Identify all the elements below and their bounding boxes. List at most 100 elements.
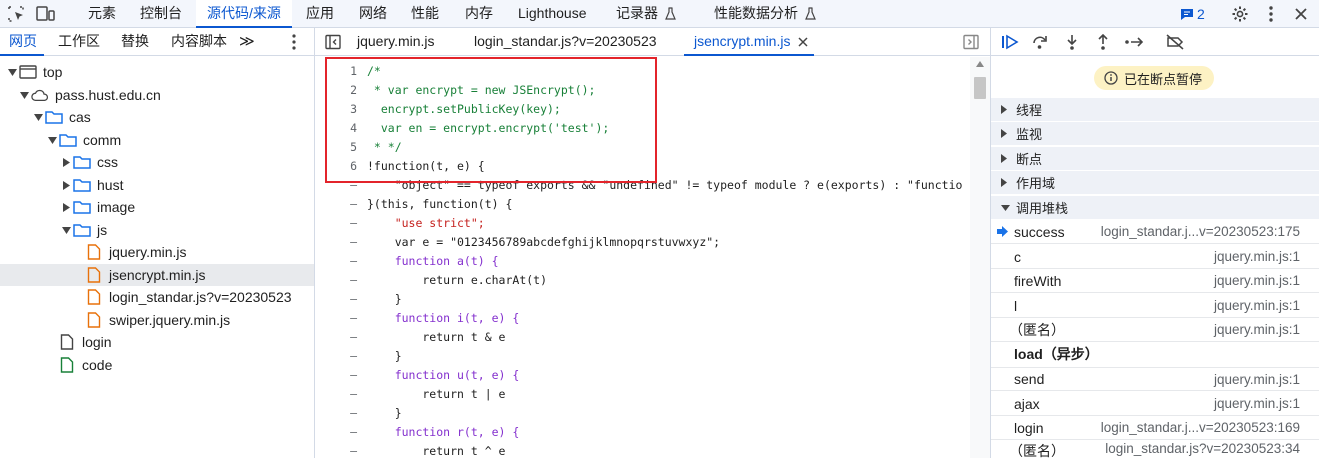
tab-elements[interactable]: 元素 bbox=[88, 0, 116, 28]
frame-location[interactable]: login_standar.j...v=20230523:175 bbox=[1101, 224, 1300, 239]
close-icon[interactable] bbox=[1291, 4, 1311, 24]
call-frame[interactable]: fireWith jquery.min.js:1 bbox=[991, 269, 1319, 293]
section-scope[interactable]: 作用域 bbox=[991, 170, 1319, 194]
expand-arrow-icon[interactable] bbox=[47, 135, 57, 145]
code-line: – } bbox=[315, 347, 970, 366]
line-number[interactable]: – bbox=[315, 195, 357, 214]
tab-workspace[interactable]: 工作区 bbox=[58, 28, 100, 56]
line-number[interactable]: – bbox=[315, 385, 357, 404]
collapse-arrow-icon[interactable] bbox=[61, 180, 71, 190]
tree-item-top[interactable]: top bbox=[0, 61, 314, 83]
more-tabs-button[interactable]: ≫ bbox=[239, 28, 255, 56]
collapse-arrow-icon[interactable] bbox=[61, 157, 71, 167]
call-frame[interactable]: （匿名） jquery.min.js:1 bbox=[991, 318, 1319, 342]
resume-icon[interactable] bbox=[1000, 33, 1020, 51]
tab-recorder[interactable]: 记录器 bbox=[616, 0, 676, 28]
tree-item-file-selected[interactable]: jsencrypt.min.js bbox=[0, 264, 314, 286]
expand-arrow-icon[interactable] bbox=[33, 112, 43, 122]
line-number[interactable]: – bbox=[315, 233, 357, 252]
tree-item-document[interactable]: code bbox=[0, 354, 314, 376]
tab-application[interactable]: 应用 bbox=[306, 0, 334, 28]
line-number[interactable]: – bbox=[315, 423, 357, 442]
close-tab-icon[interactable] bbox=[798, 37, 808, 47]
section-breakpoints[interactable]: 断点 bbox=[991, 146, 1319, 170]
toggle-debugger-icon[interactable] bbox=[963, 34, 979, 53]
deactivate-breakpoints-icon[interactable] bbox=[1165, 33, 1185, 51]
frame-location[interactable]: login_standar.j...v=20230523:169 bbox=[1101, 420, 1300, 435]
editor-scrollbar[interactable] bbox=[970, 57, 990, 458]
step-over-icon[interactable] bbox=[1030, 33, 1050, 51]
tab-network[interactable]: 网络 bbox=[359, 0, 387, 28]
tree-item-folder[interactable]: js bbox=[0, 219, 314, 241]
expand-arrow-icon[interactable] bbox=[7, 67, 17, 77]
call-frame[interactable]: c jquery.min.js:1 bbox=[991, 245, 1319, 269]
editor-tab-jsencrypt[interactable]: jsencrypt.min.js bbox=[684, 28, 815, 56]
collapse-arrow-icon[interactable] bbox=[61, 202, 71, 212]
call-frame-current[interactable]: success login_standar.j...v=20230523:175 bbox=[991, 220, 1319, 244]
section-threads[interactable]: 线程 bbox=[991, 97, 1319, 121]
line-number[interactable]: – bbox=[315, 290, 357, 309]
tab-content-scripts[interactable]: 内容脚本 bbox=[171, 28, 227, 56]
frame-location[interactable]: jquery.min.js:1 bbox=[1214, 396, 1300, 411]
tree-item-domain[interactable]: pass.hust.edu.cn bbox=[0, 84, 314, 106]
more-options-icon[interactable] bbox=[1261, 4, 1281, 24]
tab-memory[interactable]: 内存 bbox=[465, 0, 493, 28]
inspect-element-icon[interactable] bbox=[6, 4, 26, 24]
frame-location[interactable]: login_standar.js?v=20230523:34 bbox=[1105, 441, 1300, 456]
step-icon[interactable] bbox=[1124, 33, 1144, 51]
line-number[interactable]: – bbox=[315, 214, 357, 233]
tree-item-folder[interactable]: comm bbox=[0, 129, 314, 151]
settings-gear-icon[interactable] bbox=[1230, 4, 1250, 24]
tree-item-file[interactable]: jquery.min.js bbox=[0, 241, 314, 263]
section-label: 线程 bbox=[1016, 103, 1043, 118]
call-frame[interactable]: l jquery.min.js:1 bbox=[991, 294, 1319, 318]
issues-counter[interactable]: 2 bbox=[1180, 5, 1205, 23]
tab-page[interactable]: 网页 bbox=[0, 28, 44, 56]
toggle-navigator-icon[interactable] bbox=[325, 34, 341, 53]
tree-item-folder[interactable]: image bbox=[0, 196, 314, 218]
tab-lighthouse[interactable]: Lighthouse bbox=[518, 0, 587, 28]
tree-item-folder[interactable]: cas bbox=[0, 106, 314, 128]
step-into-icon[interactable] bbox=[1062, 33, 1082, 51]
expand-arrow-icon[interactable] bbox=[19, 90, 29, 100]
editor-tab-jquery[interactable]: jquery.min.js bbox=[357, 28, 435, 56]
line-number[interactable]: – bbox=[315, 309, 357, 328]
navigator-menu-icon[interactable] bbox=[292, 34, 296, 53]
call-frame[interactable]: login login_standar.j...v=20230523:169 bbox=[991, 416, 1319, 440]
tab-sources[interactable]: 源代码/来源 bbox=[196, 0, 292, 28]
scroll-up-icon[interactable] bbox=[976, 61, 984, 67]
call-frame[interactable]: ajax jquery.min.js:1 bbox=[991, 392, 1319, 416]
tree-item-document[interactable]: login bbox=[0, 331, 314, 353]
frame-location[interactable]: jquery.min.js:1 bbox=[1214, 249, 1300, 264]
frame-location[interactable]: jquery.min.js:1 bbox=[1214, 298, 1300, 313]
device-toolbar-icon[interactable] bbox=[36, 4, 56, 24]
section-watch[interactable]: 监视 bbox=[991, 121, 1319, 145]
line-number[interactable]: – bbox=[315, 252, 357, 271]
frame-location[interactable]: jquery.min.js:1 bbox=[1214, 372, 1300, 387]
tree-item-file[interactable]: login_standar.js?v=20230523 bbox=[0, 286, 314, 308]
tab-performance[interactable]: 性能 bbox=[411, 0, 439, 28]
line-number[interactable]: – bbox=[315, 347, 357, 366]
scrollbar-thumb[interactable] bbox=[974, 77, 986, 99]
call-frame[interactable]: （匿名） login_standar.js?v=20230523:34 bbox=[991, 441, 1319, 458]
step-out-icon[interactable] bbox=[1093, 33, 1113, 51]
line-number[interactable]: – bbox=[315, 271, 357, 290]
code-line: – return t | e bbox=[315, 385, 970, 404]
line-number[interactable]: – bbox=[315, 366, 357, 385]
tab-console[interactable]: 控制台 bbox=[140, 0, 182, 28]
expand-arrow-icon[interactable] bbox=[61, 225, 71, 235]
tree-item-folder[interactable]: hust bbox=[0, 174, 314, 196]
frame-location[interactable]: jquery.min.js:1 bbox=[1214, 322, 1300, 337]
line-number[interactable]: – bbox=[315, 328, 357, 347]
tab-performance-insights[interactable]: 性能数据分析 bbox=[714, 0, 816, 28]
line-number[interactable]: – bbox=[315, 442, 357, 458]
tab-overrides[interactable]: 替换 bbox=[121, 28, 149, 56]
section-call-stack[interactable]: 调用堆栈 bbox=[991, 195, 1319, 219]
tree-item-label: image bbox=[97, 199, 136, 215]
frame-location[interactable]: jquery.min.js:1 bbox=[1214, 273, 1300, 288]
tree-item-file[interactable]: swiper.jquery.min.js bbox=[0, 309, 314, 331]
line-number[interactable]: – bbox=[315, 404, 357, 423]
call-frame[interactable]: send jquery.min.js:1 bbox=[991, 367, 1319, 391]
tree-item-folder[interactable]: css bbox=[0, 151, 314, 173]
editor-tab-login-standar[interactable]: login_standar.js?v=20230523 bbox=[474, 28, 657, 56]
